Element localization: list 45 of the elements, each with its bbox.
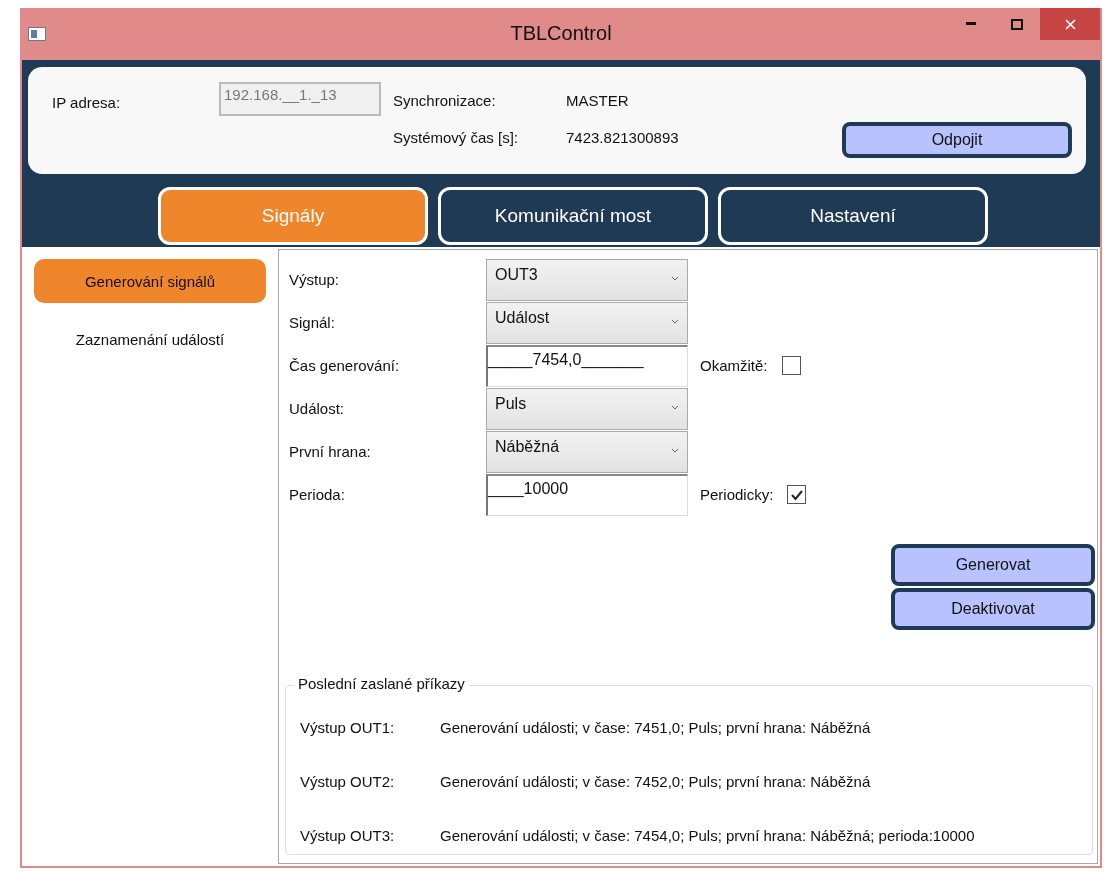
chevron-icon [671, 275, 679, 281]
input-field[interactable]: _____7454,0_______ [486, 344, 688, 387]
output-label: Výstup OUT2: [300, 772, 396, 790]
system-time-value: 7423.821300893 [566, 129, 679, 146]
sidebar-item[interactable]: Generování signálů [34, 259, 266, 303]
system-time-label: Systémový čas [s]: [393, 129, 520, 146]
sync-label: Synchronizace: [393, 92, 497, 109]
field-label: Výstup: [289, 271, 341, 288]
sidebar-item[interactable]: Zaznamenání událostí [34, 317, 266, 361]
tab[interactable]: Nastavení [718, 187, 988, 245]
dropdown[interactable]: Puls [486, 387, 688, 430]
output-label: Výstup OUT3: [300, 826, 396, 844]
sync-value: MASTER [566, 92, 630, 109]
command-text: Generování události; v čase: 7454,0; Puls; první hrana: Náběžná; perioda:10000 [440, 826, 975, 844]
checkbox-label: Periodicky: [700, 486, 774, 503]
dropdown[interactable]: Náběžná [486, 430, 688, 473]
field-label: Událost: [289, 400, 346, 417]
dropdown[interactable]: OUT3 [486, 258, 688, 301]
field-label: Signál: [289, 314, 336, 331]
field-label: Čas generování: [289, 357, 401, 374]
checkbox-label: Okamžitě: [700, 357, 768, 374]
dropdown[interactable]: Událost [486, 301, 688, 344]
action-button[interactable]: Deaktivovat [891, 588, 1095, 630]
tab[interactable]: Komunikační most [438, 187, 708, 245]
close-icon [1064, 18, 1076, 30]
input-field[interactable]: ____10000 [486, 473, 688, 516]
checkbox[interactable] [781, 356, 801, 375]
group-title: Poslední zaslané příkazy [294, 675, 469, 692]
field-label: Perioda: [289, 486, 346, 503]
field-label: První hrana: [289, 443, 372, 460]
chevron-icon [671, 318, 679, 324]
chevron-icon [671, 404, 679, 410]
output-label: Výstup OUT1: [300, 718, 396, 736]
maximize-icon [1011, 18, 1023, 30]
command-text: Generování události; v čase: 7451,0; Puls; první hrana: Náběžná [440, 718, 871, 736]
ip-address-field[interactable]: 192.168.__1._13 [219, 82, 381, 116]
chevron-icon [671, 447, 679, 453]
checkbox[interactable] [787, 485, 807, 504]
ip-label: IP adresa: [52, 94, 122, 111]
action-button[interactable]: Generovat [891, 544, 1095, 586]
disconnect-button[interactable]: Odpojit [842, 122, 1072, 158]
command-text: Generování události; v čase: 7452,0; Puls; první hrana: Náběžná [440, 772, 871, 790]
app-icon [28, 27, 46, 41]
minimize-icon [966, 22, 976, 26]
window-title: TBLControl [510, 22, 612, 45]
